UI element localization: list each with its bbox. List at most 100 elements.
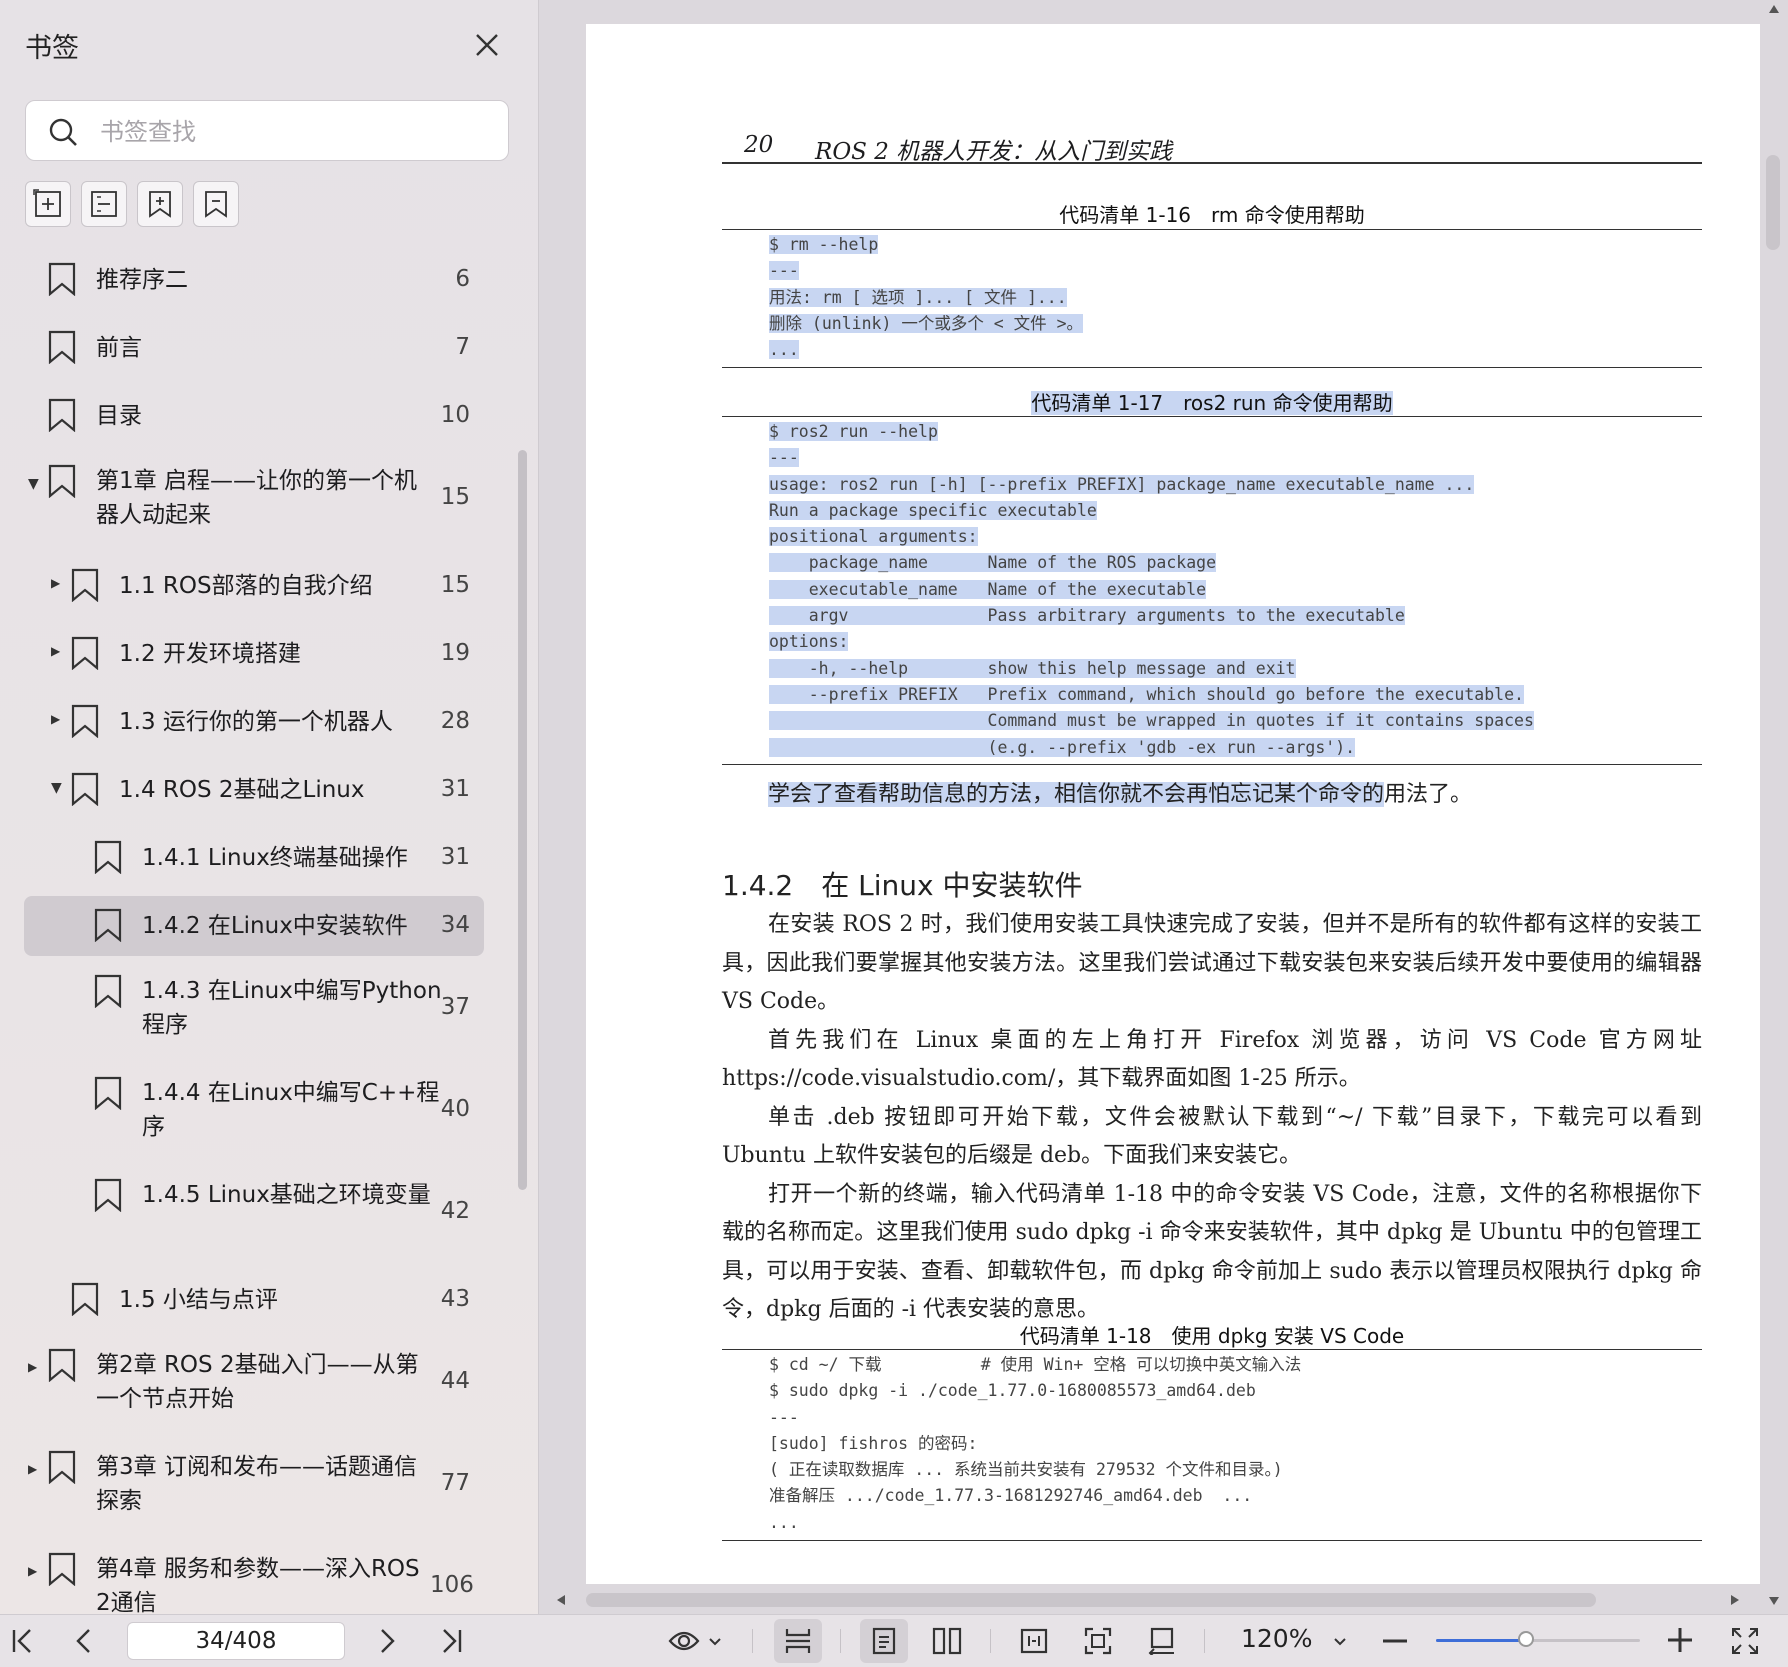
bookmark-label: 1.4.2 在Linux中安装软件 bbox=[142, 913, 408, 939]
collapse-all-button[interactable] bbox=[81, 181, 127, 227]
document-viewer: 20 ROS 2 机器人开发：从入门到实践 代码清单 1-16 rm 命令使用帮… bbox=[539, 0, 1788, 1614]
previous-page-icon[interactable] bbox=[74, 1627, 94, 1655]
expand-open-icon[interactable]: ▼ bbox=[28, 476, 39, 492]
listing-rule bbox=[722, 416, 1702, 417]
code-line: package_name Name of the ROS package bbox=[769, 553, 1217, 573]
horizontal-scrollbar-thumb[interactable] bbox=[586, 1593, 1596, 1607]
bookmark-icon bbox=[48, 330, 76, 364]
bookmark-page-number: 37 bbox=[440, 994, 470, 1020]
paragraph: 单击 .deb 按钮即可开始下载，文件会被默认下载到“~/ 下载”目录下，下载完… bbox=[722, 1104, 1702, 1169]
bookmark-icon bbox=[94, 1076, 122, 1110]
scroll-up-arrow-icon[interactable] bbox=[1768, 4, 1780, 14]
fit-page-icon[interactable] bbox=[1084, 1627, 1112, 1655]
code-line: $ rm --help bbox=[769, 235, 879, 254]
zoom-slider[interactable] bbox=[1436, 1631, 1640, 1647]
scroll-right-arrow-icon[interactable] bbox=[1730, 1594, 1740, 1606]
first-page-icon[interactable] bbox=[10, 1627, 36, 1655]
eye-icon[interactable] bbox=[668, 1627, 700, 1655]
page-indicator-input[interactable]: 34/408 bbox=[127, 1622, 345, 1660]
listing-rule bbox=[722, 764, 1702, 765]
bookmark-icon bbox=[71, 772, 99, 806]
bookmark-label: 1.1 ROS部落的自我介绍 bbox=[119, 573, 373, 599]
scroll-left-arrow-icon[interactable] bbox=[556, 1594, 566, 1606]
zoom-chevron-down-icon[interactable] bbox=[1333, 1637, 1347, 1647]
zoom-level[interactable]: 120% bbox=[1241, 1624, 1312, 1653]
listing-18-code: $ cd ~/ 下载 # 使用 Win+ 空格 可以切换中英文输入法 $ sudo… bbox=[769, 1352, 1301, 1536]
close-icon[interactable] bbox=[470, 28, 504, 62]
bookmark-item[interactable]: ▶ 1.3 运行你的第一个机器人 28 bbox=[0, 692, 520, 752]
paragraph: 打开一个新的终端，输入代码清单 1-18 中的命令安装 VS Code，注意，文… bbox=[722, 1181, 1702, 1323]
fit-width-icon[interactable] bbox=[1020, 1627, 1048, 1655]
expand-closed-icon[interactable]: ▶ bbox=[28, 1360, 37, 1374]
code-line: --- bbox=[769, 261, 799, 281]
bookmark-label: 1.4.1 Linux终端基础操作 bbox=[142, 845, 408, 871]
zoom-out-icon[interactable] bbox=[1382, 1637, 1408, 1645]
code-line: argv Pass arbitrary arguments to the exe… bbox=[769, 606, 1405, 626]
bookmark-label: 1.3 运行你的第一个机器人 bbox=[119, 709, 393, 735]
rotate-page-icon[interactable] bbox=[1148, 1627, 1176, 1655]
code-line: options: bbox=[769, 632, 849, 652]
scroll-down-arrow-icon[interactable] bbox=[1768, 1596, 1780, 1606]
bookmark-item[interactable]: ▼ 第1章 启程——让你的第一个机器人动起来 15 bbox=[0, 454, 520, 544]
add-bookmark-button[interactable] bbox=[137, 181, 183, 227]
bookmark-icon bbox=[94, 974, 122, 1008]
code-line: ... bbox=[769, 1512, 799, 1532]
bookmark-label: 1.2 开发环境搭建 bbox=[119, 641, 301, 667]
expand-all-button[interactable] bbox=[25, 181, 71, 227]
bookmark-item[interactable]: ▶ 第2章 ROS 2基础入门——从第一个节点开始 44 bbox=[0, 1338, 520, 1428]
expand-closed-icon[interactable]: ▶ bbox=[51, 712, 60, 726]
bookmark-icon bbox=[48, 1450, 76, 1484]
last-page-icon[interactable] bbox=[438, 1627, 464, 1655]
bookmark-page-number: 42 bbox=[440, 1198, 470, 1224]
code-line: positional arguments: bbox=[769, 527, 978, 547]
expand-closed-icon[interactable]: ▶ bbox=[28, 1462, 37, 1476]
bookmark-label: 1.4.3 在Linux中编写Python程序 bbox=[142, 978, 442, 1038]
bookmark-item[interactable]: ▼ 1.4 ROS 2基础之Linux 31 bbox=[0, 760, 520, 820]
bookmark-item[interactable]: 1.4.1 Linux终端基础操作 31 bbox=[0, 828, 520, 888]
section-body: 在安装 ROS 2 时，我们使用安装工具快速完成了安装，但并不是所有的软件都有这… bbox=[722, 906, 1702, 1330]
code-line: $ ros2 run --help bbox=[769, 422, 938, 441]
bookmark-item[interactable]: 1.4.5 Linux基础之环境变量 42 bbox=[0, 1168, 520, 1258]
bookmark-label: 前言 bbox=[96, 335, 142, 361]
bookmark-page-number: 28 bbox=[440, 708, 470, 734]
bookmark-icon bbox=[71, 1282, 99, 1316]
bookmark-item[interactable]: 前言 7 bbox=[0, 318, 520, 378]
sidebar-scrollbar[interactable] bbox=[518, 450, 527, 1190]
bookmark-item[interactable]: 1.4.4 在Linux中编写C++程序 40 bbox=[0, 1066, 520, 1156]
listing-rule bbox=[722, 1540, 1702, 1541]
bookmark-page-number: 31 bbox=[440, 844, 470, 870]
zoom-slider-knob[interactable] bbox=[1517, 1631, 1534, 1647]
expand-closed-icon[interactable]: ▶ bbox=[28, 1564, 37, 1578]
zoom-slider-fill bbox=[1436, 1639, 1526, 1642]
bookmark-item[interactable]: 1.5 小结与点评 43 bbox=[0, 1270, 520, 1330]
bookmark-page-number: 6 bbox=[455, 266, 470, 292]
zoom-in-icon[interactable] bbox=[1667, 1627, 1693, 1653]
bookmark-search-input[interactable] bbox=[98, 111, 492, 153]
vertical-scrollbar-thumb[interactable] bbox=[1766, 155, 1780, 250]
bookmark-item[interactable]: ▶ 1.2 开发环境搭建 19 bbox=[0, 624, 520, 684]
bookmark-search[interactable] bbox=[25, 100, 509, 161]
bookmark-icon bbox=[71, 636, 99, 670]
fullscreen-icon[interactable] bbox=[1731, 1627, 1759, 1655]
two-page-icon[interactable] bbox=[932, 1627, 962, 1655]
remove-bookmark-icon bbox=[205, 191, 227, 218]
remove-bookmark-button[interactable] bbox=[193, 181, 239, 227]
bookmark-item[interactable]: 目录 10 bbox=[0, 386, 520, 446]
bookmark-item[interactable]: 推荐序二 6 bbox=[0, 250, 520, 310]
expand-closed-icon[interactable]: ▶ bbox=[51, 644, 60, 658]
chevron-down-icon[interactable] bbox=[708, 1637, 722, 1647]
bookmark-label: 1.5 小结与点评 bbox=[119, 1287, 278, 1313]
next-page-icon[interactable] bbox=[377, 1627, 397, 1655]
bookmark-item[interactable]: 1.4.2 在Linux中安装软件 34 bbox=[24, 896, 484, 956]
expand-open-icon[interactable]: ▼ bbox=[51, 780, 62, 796]
bookmark-item[interactable]: ▶ 第3章 订阅和发布——话题通信探索 77 bbox=[0, 1440, 520, 1530]
bookmark-item[interactable]: ▶ 1.1 ROS部落的自我介绍 15 bbox=[0, 556, 520, 616]
bookmark-label: 目录 bbox=[96, 403, 142, 429]
toolbar-separator bbox=[1204, 1629, 1205, 1653]
continuous-scroll-icon bbox=[785, 1629, 811, 1653]
bookmark-item[interactable]: 1.4.3 在Linux中编写Python程序 37 bbox=[0, 964, 520, 1054]
page-number: 20 bbox=[744, 132, 774, 158]
bookmark-item[interactable]: ▶ 第4章 服务和参数——深入ROS 2通信 106 bbox=[0, 1542, 520, 1614]
bookmark-page-number: 43 bbox=[440, 1286, 470, 1312]
expand-closed-icon[interactable]: ▶ bbox=[51, 576, 60, 590]
